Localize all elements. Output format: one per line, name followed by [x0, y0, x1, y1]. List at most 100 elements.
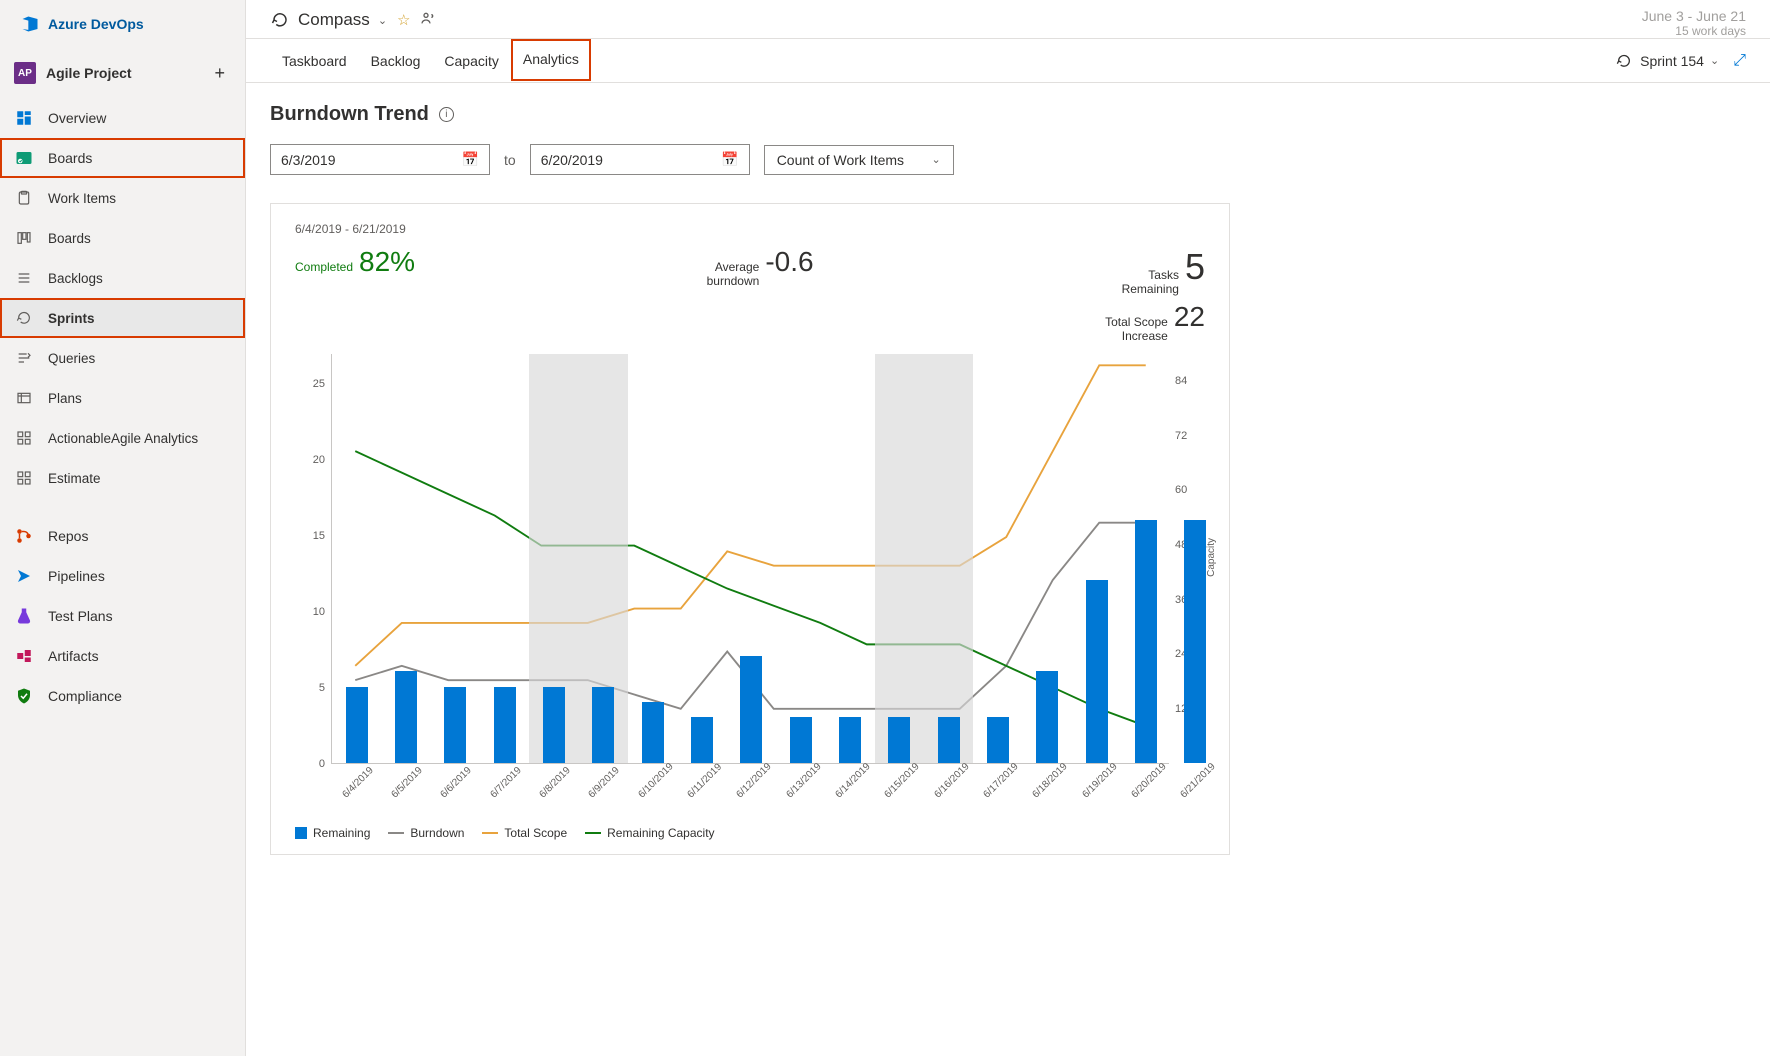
repos-icon — [14, 526, 34, 546]
stat-value: -0.6 — [765, 246, 813, 278]
team-selector[interactable]: Compass ⌄ — [270, 10, 387, 30]
date-from-input[interactable]: 6/3/2019 📅 — [270, 144, 490, 175]
nav-item-compliance[interactable]: Compliance — [0, 676, 245, 716]
y-tick-left: 5 — [295, 682, 325, 694]
y-tick-left: 0 — [295, 758, 325, 770]
x-tick: 6/19/2019 — [1080, 761, 1119, 800]
swatch-burndown — [388, 832, 404, 834]
metric-dropdown[interactable]: Count of Work Items ⌄ — [764, 145, 954, 175]
nav-item-overview[interactable]: Overview — [0, 98, 245, 138]
project-name: Agile Project — [46, 65, 132, 81]
bar-remaining — [1086, 580, 1108, 762]
project-selector[interactable]: AP Agile Project — [14, 62, 132, 84]
grid-icon — [14, 468, 34, 488]
y-axis-left: 0510152025 — [295, 354, 325, 764]
y-tick-right: 84 — [1175, 375, 1205, 387]
nav-item-boards[interactable]: Boards — [0, 138, 245, 178]
nav-item-work-items[interactable]: Work Items — [0, 178, 245, 218]
sprint-workdays: 15 work days — [1642, 24, 1746, 38]
y-tick-right: 60 — [1175, 484, 1205, 496]
nav-item-pipelines[interactable]: Pipelines — [0, 556, 245, 596]
weekend-band — [875, 354, 974, 763]
x-tick: 6/16/2019 — [932, 761, 971, 800]
page-title: Burndown Trend — [270, 103, 429, 126]
fullscreen-icon[interactable]: ⤢ — [1733, 52, 1746, 70]
content: Burndown Trend i 6/3/2019 📅 to 6/20/2019… — [246, 83, 1770, 1056]
x-tick: 6/4/2019 — [340, 765, 375, 800]
burndown-chart-card: 6/4/2019 - 6/21/2019 Completed 82% Avera… — [270, 203, 1230, 855]
x-tick: 6/17/2019 — [981, 761, 1020, 800]
date-from-value: 6/3/2019 — [281, 152, 336, 168]
nav-item-artifacts[interactable]: Artifacts — [0, 636, 245, 676]
stat-label: Total Scope Increase — [1105, 315, 1168, 344]
legend-total-scope: Total Scope — [482, 826, 567, 840]
nav-item-boards[interactable]: Boards — [0, 218, 245, 258]
date-to-input[interactable]: 6/20/2019 📅 — [530, 144, 750, 175]
x-tick: 6/12/2019 — [735, 761, 774, 800]
x-tick: 6/10/2019 — [636, 761, 675, 800]
bar-remaining — [888, 717, 910, 763]
backlogs-icon — [14, 268, 34, 288]
bar-remaining — [346, 687, 368, 763]
nav-item-estimate[interactable]: Estimate — [0, 458, 245, 498]
tab-backlog[interactable]: Backlog — [359, 41, 433, 81]
metric-value: Count of Work Items — [777, 152, 904, 168]
x-tick: 6/21/2019 — [1179, 761, 1218, 800]
chevron-down-icon: ⌄ — [378, 14, 387, 27]
x-tick: 6/9/2019 — [587, 765, 622, 800]
nav-label: Sprints — [48, 311, 95, 326]
nav-item-test-plans[interactable]: Test Plans — [0, 596, 245, 636]
bar-remaining — [1184, 520, 1206, 763]
boards-sub-icon — [14, 228, 34, 248]
artifacts-icon — [14, 646, 34, 666]
add-button[interactable]: + — [214, 63, 225, 84]
brand[interactable]: Azure DevOps — [0, 0, 245, 48]
swatch-remaining-capacity — [585, 832, 601, 834]
tab-capacity[interactable]: Capacity — [432, 41, 510, 81]
date-range-info: June 3 - June 21 15 work days — [1642, 8, 1746, 38]
bar-remaining — [790, 717, 812, 763]
favorite-star-icon[interactable]: ☆ — [397, 11, 410, 29]
nav-item-repos[interactable]: Repos — [0, 516, 245, 556]
tab-analytics[interactable]: Analytics — [511, 39, 591, 81]
nav-item-actionableagile-analytics[interactable]: ActionableAgile Analytics — [0, 418, 245, 458]
y-tick-left: 25 — [295, 378, 325, 390]
nav-label: Queries — [48, 351, 95, 366]
nav-label: Boards — [48, 150, 92, 166]
stat-avg-burndown: Average burndown -0.6 — [707, 246, 814, 289]
y-tick-left: 10 — [295, 606, 325, 618]
nav-label: Work Items — [48, 191, 116, 206]
legend-remaining-capacity: Remaining Capacity — [585, 826, 714, 840]
bar-remaining — [494, 687, 516, 763]
nav-item-sprints[interactable]: Sprints — [0, 298, 245, 338]
team-members-icon[interactable] — [420, 10, 436, 30]
filters: 6/3/2019 📅 to 6/20/2019 📅 Count of Work … — [270, 144, 1746, 175]
nav-item-backlogs[interactable]: Backlogs — [0, 258, 245, 298]
stat-completed: Completed 82% — [295, 246, 415, 278]
sprints-icon — [270, 10, 290, 30]
project-avatar: AP — [14, 62, 36, 84]
tab-taskboard[interactable]: Taskboard — [270, 41, 359, 81]
nav-label: Artifacts — [48, 648, 99, 664]
sidebar: Azure DevOps AP Agile Project + Overview… — [0, 0, 246, 1056]
nav-item-plans[interactable]: Plans — [0, 378, 245, 418]
bar-remaining — [592, 687, 614, 763]
sprint-selector[interactable]: Sprint 154 ⌄ — [1614, 51, 1719, 71]
stat-value: 82% — [359, 246, 415, 278]
info-icon[interactable]: i — [439, 107, 454, 122]
x-tick: 6/15/2019 — [883, 761, 922, 800]
bar-remaining — [395, 671, 417, 762]
queries-icon — [14, 348, 34, 368]
card-date-range: 6/4/2019 - 6/21/2019 — [295, 222, 1205, 236]
compliance-icon — [14, 686, 34, 706]
nav-item-queries[interactable]: Queries — [0, 338, 245, 378]
sprint-dates: June 3 - June 21 — [1642, 8, 1746, 24]
chevron-down-icon: ⌄ — [931, 153, 940, 166]
stats-row: Completed 82% Average burndown -0.6 Task… — [295, 246, 1205, 344]
stat-value: 5 — [1185, 246, 1205, 288]
brand-text: Azure DevOps — [48, 16, 144, 32]
bar-remaining — [691, 717, 713, 763]
legend-remaining: Remaining — [295, 826, 370, 840]
nav-label: Test Plans — [48, 608, 113, 624]
bar-remaining — [642, 702, 664, 763]
